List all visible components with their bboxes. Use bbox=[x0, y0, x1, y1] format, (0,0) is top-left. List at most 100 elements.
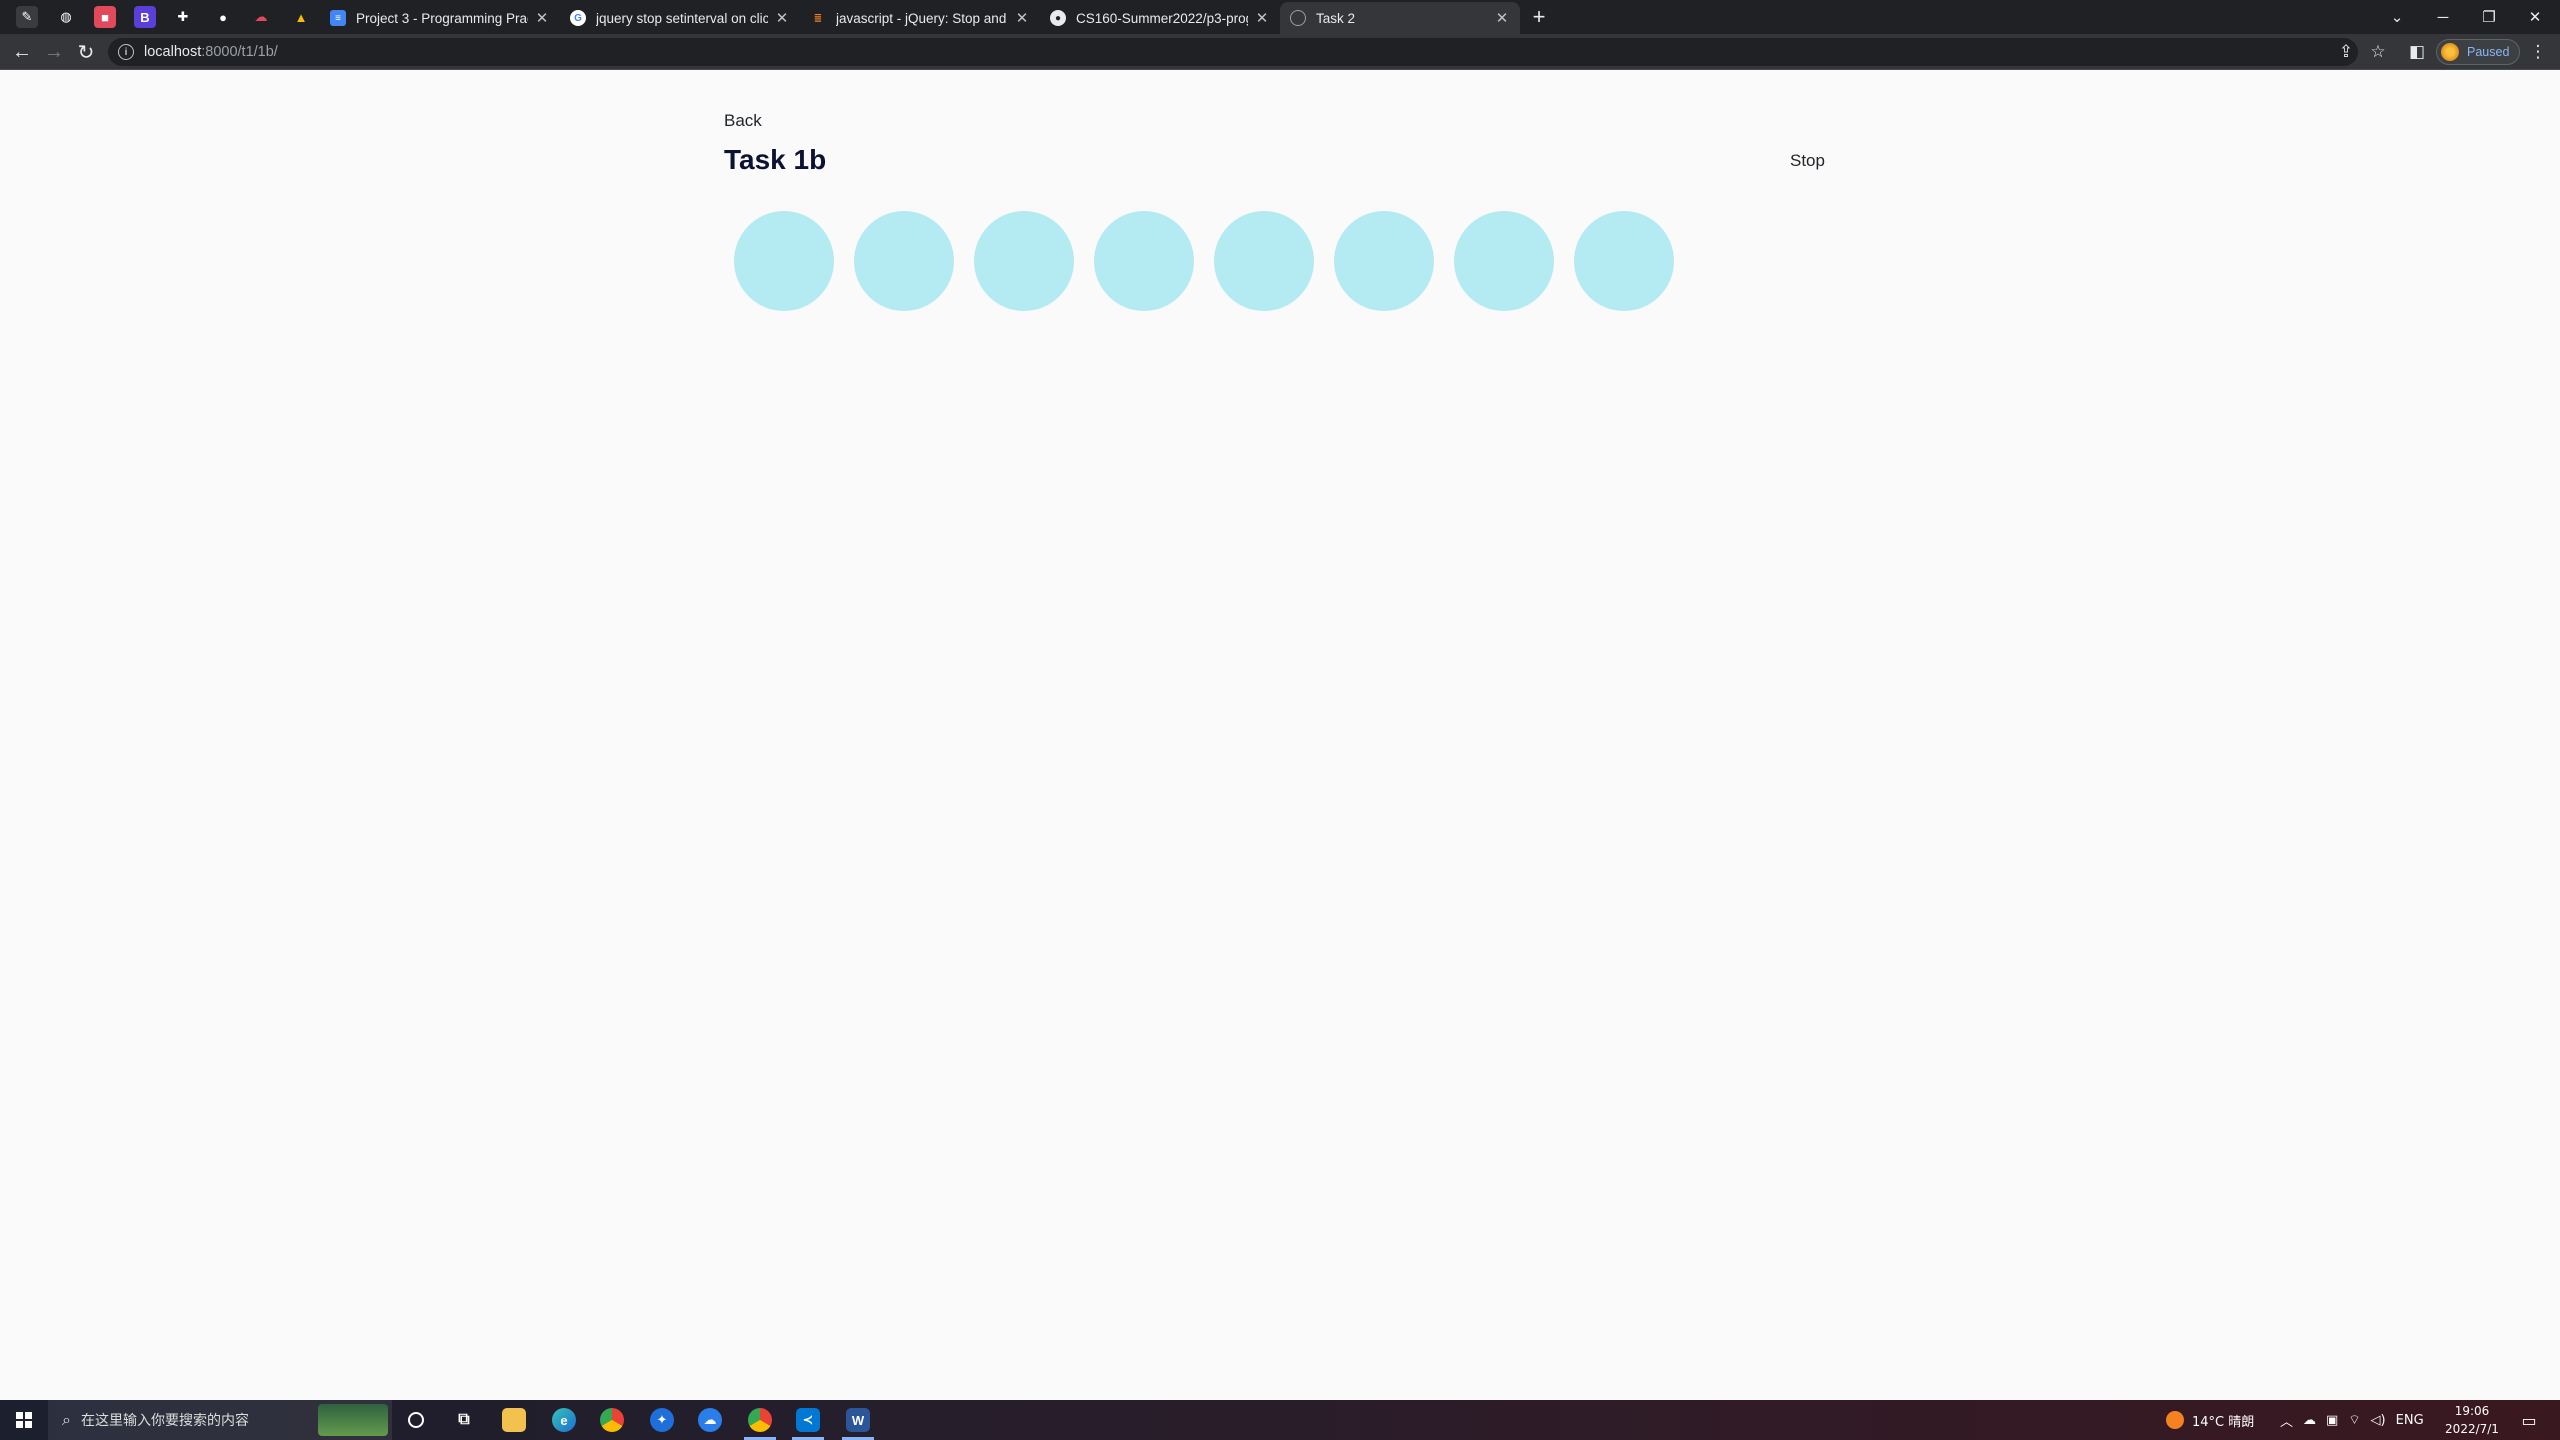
forward-arrow-icon[interactable]: → bbox=[40, 38, 68, 66]
onedrive-icon[interactable]: ☁ bbox=[2303, 1413, 2316, 1428]
volume-icon[interactable]: ◁) bbox=[2371, 1413, 2386, 1428]
kebab-menu-icon[interactable]: ⋮ bbox=[2526, 40, 2550, 64]
tab-close-icon[interactable]: ✕ bbox=[1494, 9, 1510, 27]
tab-close-icon[interactable]: ✕ bbox=[1014, 9, 1030, 27]
address-bar[interactable]: i localhost:8000/t1/1b/ bbox=[108, 38, 2358, 66]
weather-text: 14°C 晴朗 bbox=[2192, 1414, 2255, 1430]
notification-icon[interactable]: ▭ bbox=[2514, 1400, 2544, 1440]
tab-project3[interactable]: ≡ Project 3 - Programming Pract ✕ bbox=[320, 2, 560, 34]
google-docs-icon: ≡ bbox=[330, 10, 346, 26]
tray-monitor-icon[interactable]: ▣ bbox=[2326, 1413, 2338, 1428]
taskbar-file-explorer[interactable] bbox=[490, 1400, 538, 1440]
side-panel-icon[interactable]: ◧ bbox=[2405, 40, 2429, 64]
new-tab-button[interactable]: + bbox=[1526, 4, 1552, 30]
cloud-app-icon: ☁ bbox=[698, 1408, 722, 1432]
clock-date: 2022/7/1 bbox=[2445, 1422, 2499, 1436]
file-explorer-icon bbox=[502, 1408, 526, 1432]
browser-toolbar: ← → ↻ i localhost:8000/t1/1b/ ⇪ ☆ ◧ Paus… bbox=[0, 34, 2560, 70]
system-tray: ︿ ☁ ▣ ⌔ ◁) ENG bbox=[2280, 1400, 2424, 1440]
tab-task2[interactable]: Task 2 ✕ bbox=[1280, 2, 1520, 34]
taskbar-vscode[interactable]: ≺ bbox=[784, 1400, 832, 1440]
windows-logo-icon bbox=[16, 1412, 32, 1428]
minimize-button[interactable]: ─ bbox=[2420, 0, 2466, 34]
tab-close-icon[interactable]: ✕ bbox=[1254, 9, 1270, 27]
circle-7 bbox=[1454, 211, 1554, 311]
task-view-button[interactable]: ⧉ bbox=[440, 1400, 488, 1440]
google-icon: G bbox=[570, 10, 586, 26]
back-link[interactable]: Back bbox=[724, 111, 762, 131]
tab-close-icon[interactable]: ✕ bbox=[534, 9, 550, 27]
vscode-icon: ≺ bbox=[796, 1408, 820, 1432]
language-indicator[interactable]: ENG bbox=[2396, 1413, 2424, 1428]
restore-button[interactable]: ❐ bbox=[2466, 0, 2512, 34]
cortana-icon bbox=[408, 1412, 424, 1428]
profile-status: Paused bbox=[2467, 45, 2510, 59]
pinned-tab-cloud-icon[interactable]: ☁ bbox=[250, 6, 272, 28]
tab-title: CS160-Summer2022/p3-prog bbox=[1076, 10, 1248, 26]
address-url[interactable]: localhost:8000/t1/1b/ bbox=[144, 44, 278, 60]
circle-2 bbox=[854, 211, 954, 311]
blue-app-icon: ✦ bbox=[650, 1408, 674, 1432]
tab-search-chevron-icon[interactable]: ⌄ bbox=[2374, 0, 2420, 34]
taskbar-word[interactable]: W bbox=[834, 1400, 882, 1440]
taskbar-chrome[interactable] bbox=[588, 1400, 636, 1440]
url-host: localhost bbox=[144, 44, 202, 60]
globe-icon bbox=[1290, 10, 1306, 26]
site-info-icon[interactable]: i bbox=[118, 44, 134, 60]
network-icon[interactable]: ⌔ bbox=[2348, 1412, 2360, 1428]
windows-taskbar: ⌕ 在这里输入你要搜索的内容 ⧉ e ✦ ☁ ≺ W 14°C 晴朗 ︿ ☁ ▣… bbox=[0, 1400, 2560, 1440]
share-icon[interactable]: ⇪ bbox=[2334, 40, 2358, 64]
close-window-button[interactable]: ✕ bbox=[2512, 0, 2558, 34]
weather-widget[interactable]: 14°C 晴朗 bbox=[2166, 1400, 2254, 1440]
pinned-tab-red-app-icon[interactable]: ■ bbox=[94, 6, 116, 28]
task-view-icon: ⧉ bbox=[458, 1411, 470, 1428]
taskbar-app-blue[interactable]: ✦ bbox=[638, 1400, 686, 1440]
url-path: :8000/t1/1b/ bbox=[201, 44, 278, 60]
cortana-button[interactable] bbox=[392, 1400, 440, 1440]
github-icon: ● bbox=[1050, 10, 1066, 26]
taskbar-search[interactable]: ⌕ 在这里输入你要搜索的内容 bbox=[48, 1400, 392, 1440]
stackoverflow-icon: ≣ bbox=[813, 12, 823, 24]
pinned-tab-drive-icon[interactable]: ▲ bbox=[290, 6, 312, 28]
pinned-tab-github-icon[interactable]: ● bbox=[212, 6, 234, 28]
tab-jquery-search[interactable]: G jquery stop setinterval on click ✕ bbox=[560, 2, 800, 34]
taskbar-clock[interactable]: 19:06 2022/7/1 bbox=[2430, 1402, 2514, 1438]
taskbar-chrome-active[interactable] bbox=[736, 1400, 784, 1440]
tray-expand-icon[interactable]: ︿ bbox=[2280, 1411, 2293, 1430]
page-viewport: Back Task 1b Stop bbox=[0, 70, 2560, 1400]
pinned-tab-globe-icon[interactable]: ◍ bbox=[55, 6, 77, 28]
reload-icon[interactable]: ↻ bbox=[72, 38, 100, 66]
browser-tab-strip: ✎ ◍ ■ B ✚ ● ☁ ▲ ≡ Project 3 - Programmin… bbox=[0, 0, 2560, 34]
taskbar-edge[interactable]: e bbox=[540, 1400, 588, 1440]
tab-github-repo[interactable]: ● CS160-Summer2022/p3-prog ✕ bbox=[1040, 2, 1280, 34]
circle-4 bbox=[1094, 211, 1194, 311]
bookmark-star-icon[interactable]: ☆ bbox=[2366, 40, 2390, 64]
pinned-tab-bootstrap-icon[interactable]: B bbox=[134, 6, 156, 28]
stop-button[interactable]: Stop bbox=[1782, 145, 1833, 177]
chrome-icon bbox=[600, 1408, 624, 1432]
tab-title: jquery stop setinterval on click bbox=[596, 10, 768, 26]
taskbar-app-cloud[interactable]: ☁ bbox=[686, 1400, 734, 1440]
tab-title: Task 2 bbox=[1316, 10, 1356, 26]
chrome-icon bbox=[748, 1408, 772, 1432]
word-icon: W bbox=[846, 1408, 870, 1432]
circle-1 bbox=[734, 211, 834, 311]
start-button[interactable] bbox=[0, 1400, 48, 1440]
circle-5 bbox=[1214, 211, 1314, 311]
edge-icon: e bbox=[552, 1408, 576, 1432]
tab-close-icon[interactable]: ✕ bbox=[774, 9, 790, 27]
search-highlight-image bbox=[318, 1404, 388, 1436]
back-arrow-icon[interactable]: ← bbox=[8, 38, 36, 66]
tab-title: Project 3 - Programming Pract bbox=[356, 10, 528, 26]
pinned-tab-slack-icon[interactable]: ✚ bbox=[172, 6, 194, 28]
tab-stackoverflow[interactable]: ≣ javascript - jQuery: Stop and s ✕ bbox=[800, 2, 1040, 34]
profile-button[interactable]: Paused bbox=[2436, 39, 2521, 65]
search-icon: ⌕ bbox=[62, 1410, 71, 1429]
pinned-tab-app-icon[interactable]: ✎ bbox=[16, 6, 38, 28]
search-placeholder: 在这里输入你要搜索的内容 bbox=[80, 1413, 249, 1429]
circle-row bbox=[734, 211, 1674, 311]
circle-6 bbox=[1334, 211, 1434, 311]
circle-3 bbox=[974, 211, 1074, 311]
weather-sun-icon bbox=[2166, 1411, 2184, 1429]
profile-avatar bbox=[2441, 43, 2459, 61]
